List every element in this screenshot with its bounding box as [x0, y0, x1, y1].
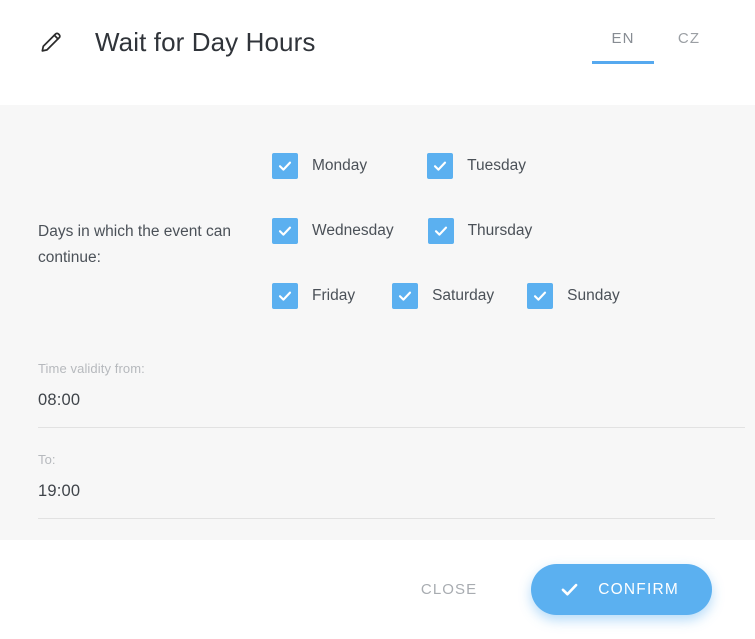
- check-icon: [434, 226, 447, 236]
- time-validity-to-value[interactable]: 19:00: [38, 482, 745, 501]
- check-icon: [399, 291, 412, 301]
- tab-cz[interactable]: CZ: [656, 30, 722, 64]
- days-section-label: Days in which the event can continue:: [38, 223, 231, 266]
- tab-en[interactable]: EN: [590, 30, 656, 64]
- checkbox-saturday-box[interactable]: [392, 283, 419, 309]
- checkbox-friday-label: Friday: [312, 287, 356, 304]
- time-validity-to-underline: [38, 518, 715, 519]
- checkbox-wednesday-label: Wednesday: [312, 222, 394, 239]
- checkbox-sunday[interactable]: Sunday: [527, 283, 620, 309]
- time-validity-to-field[interactable]: To: 19:00: [0, 452, 755, 519]
- time-validity-from-value[interactable]: 08:00: [38, 391, 745, 410]
- time-validity-from-label: Time validity from:: [38, 361, 145, 376]
- checkbox-thursday[interactable]: Thursday: [427, 218, 533, 244]
- days-row-2: Wednesday Thursday: [272, 218, 735, 244]
- checkbox-wednesday[interactable]: Wednesday: [272, 218, 394, 244]
- checkbox-monday[interactable]: Monday: [272, 153, 367, 179]
- checkbox-sunday-box[interactable]: [527, 283, 554, 309]
- confirm-button[interactable]: CONFIRM: [531, 564, 712, 615]
- days-section: Days in which the event can continue: Mo…: [0, 105, 755, 309]
- pencil-icon[interactable]: [38, 29, 64, 55]
- days-checkbox-grid: Monday Tuesday Wednesday Thursday Friday…: [272, 153, 755, 309]
- days-row-3: Friday Saturday Sunday: [272, 283, 735, 309]
- checkbox-thursday-box[interactable]: [427, 218, 454, 244]
- checkbox-friday[interactable]: Friday: [272, 283, 355, 309]
- checkbox-sunday-label: Sunday: [567, 287, 620, 304]
- checkbox-saturday[interactable]: Saturday: [392, 283, 494, 309]
- days-row-1: Monday Tuesday: [272, 153, 735, 179]
- dialog-footer: CLOSE CONFIRM: [0, 540, 755, 639]
- close-button[interactable]: CLOSE: [411, 569, 487, 610]
- confirm-button-label: CONFIRM: [598, 580, 679, 598]
- language-tabs: EN CZ: [590, 30, 722, 64]
- dialog-body: Days in which the event can continue: Mo…: [0, 105, 755, 540]
- checkbox-tuesday[interactable]: Tuesday: [427, 153, 526, 179]
- checkbox-tuesday-box[interactable]: [427, 153, 454, 179]
- time-validity-to-label: To:: [38, 452, 56, 467]
- checkbox-monday-label: Monday: [312, 157, 368, 174]
- checkbox-tuesday-label: Tuesday: [467, 157, 527, 174]
- dialog-header: Wait for Day Hours EN CZ: [0, 0, 755, 105]
- check-icon: [278, 161, 292, 171]
- checkbox-saturday-label: Saturday: [432, 287, 495, 304]
- check-icon: [278, 291, 292, 301]
- check-icon: [559, 579, 580, 600]
- header-title-group: Wait for Day Hours: [0, 0, 315, 58]
- check-icon: [434, 161, 447, 171]
- check-icon: [534, 291, 547, 301]
- page-title: Wait for Day Hours: [95, 27, 316, 57]
- time-validity-from-field[interactable]: Time validity from: 08:00: [0, 361, 755, 428]
- checkbox-thursday-label: Thursday: [467, 222, 533, 239]
- wait-for-day-hours-dialog: Wait for Day Hours EN CZ Days in which t…: [0, 0, 755, 639]
- checkbox-wednesday-box[interactable]: [272, 218, 298, 244]
- check-icon: [278, 226, 292, 236]
- time-validity-from-underline: [38, 427, 745, 428]
- checkbox-friday-box[interactable]: [272, 283, 298, 309]
- checkbox-monday-box[interactable]: [272, 153, 298, 179]
